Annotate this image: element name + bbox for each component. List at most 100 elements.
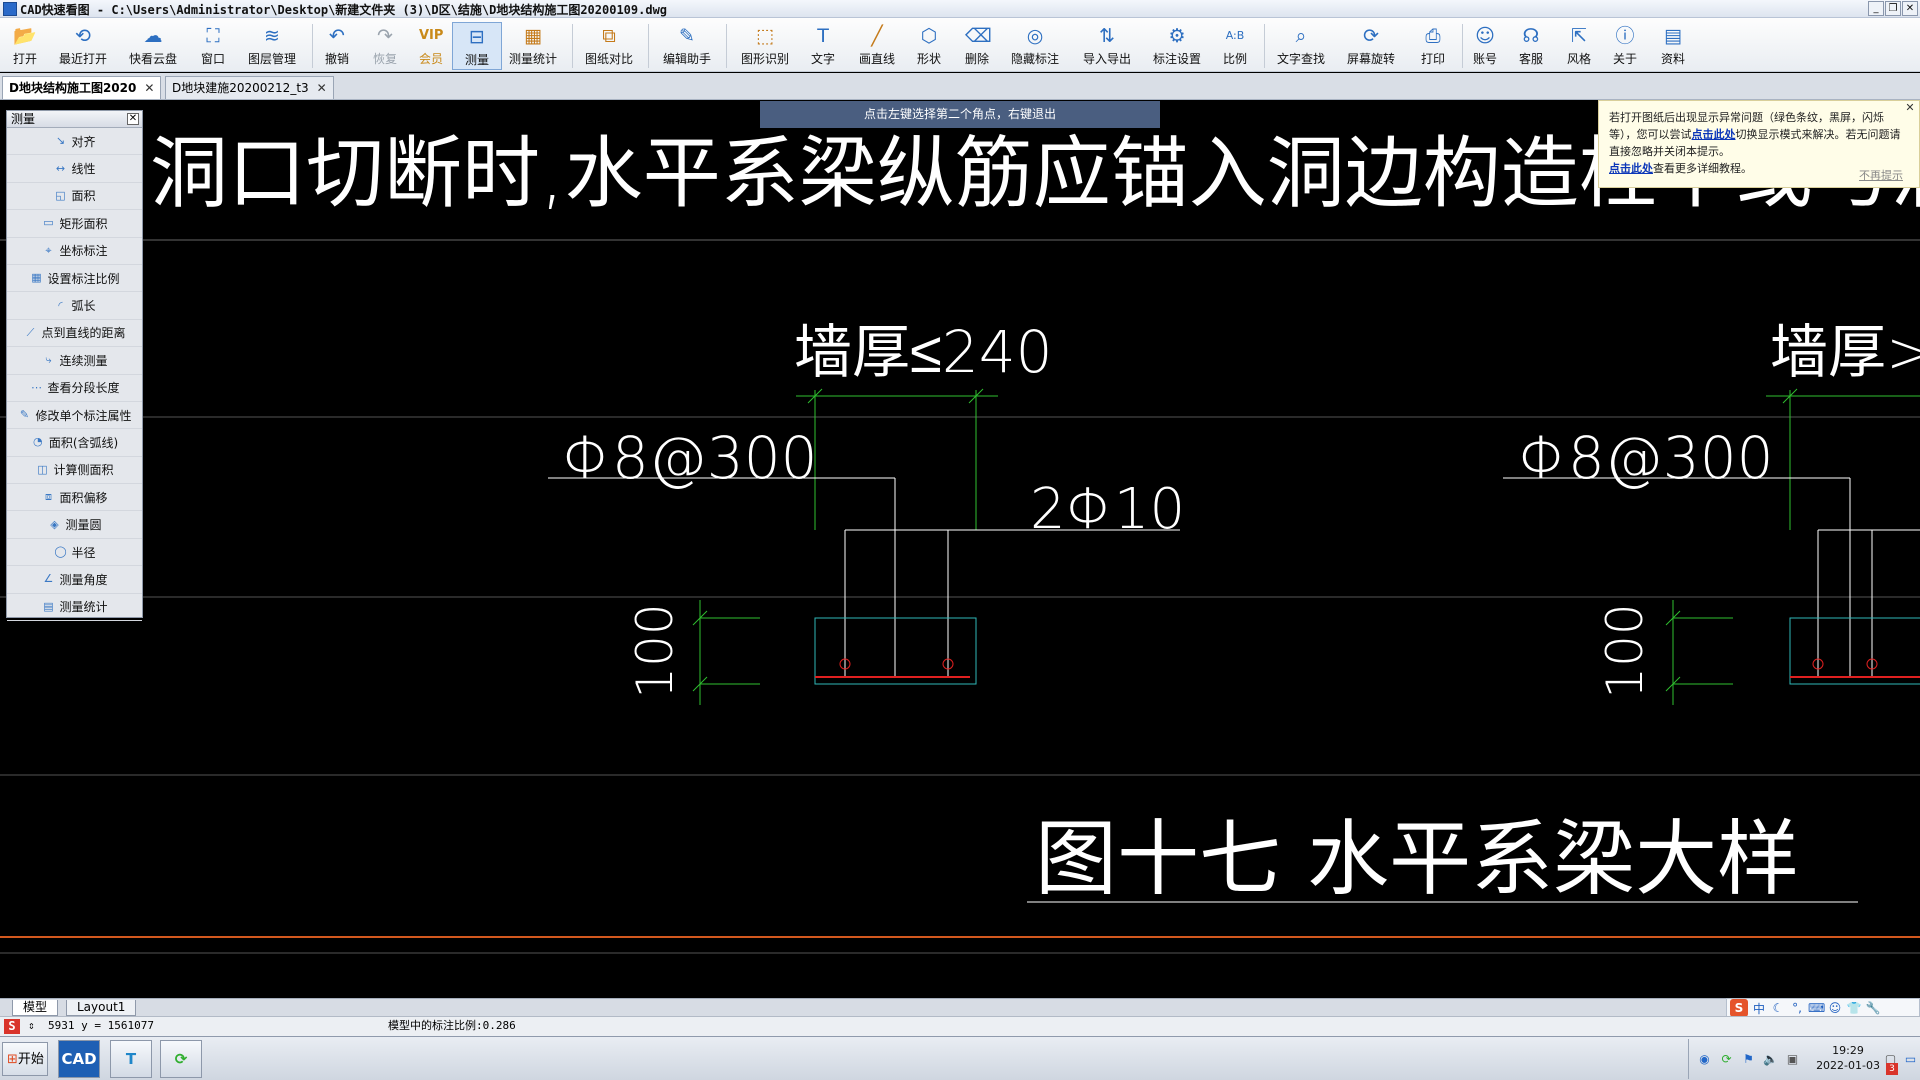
measure-segment-length[interactable]: ⋯ 查看分段长度 <box>7 375 142 402</box>
sogou-logo-icon[interactable]: S <box>1730 999 1748 1017</box>
dont-show-again-link[interactable]: 不再提示 <box>1859 167 1903 183</box>
tutorial-link[interactable]: 点击此处 <box>1609 162 1653 175</box>
import-export-button[interactable]: ⇅ 导入导出 <box>1082 22 1132 70</box>
measure-align[interactable]: ↘ 对齐 <box>7 128 142 156</box>
measure-area-arc[interactable]: ◔ 面积(含弧线) <box>7 429 142 457</box>
flag-tray-icon[interactable]: ⚑ <box>1741 1052 1756 1067</box>
layers-button[interactable]: ≋ 图层管理 <box>247 22 297 70</box>
scale-button[interactable]: A:B 比例 <box>1210 22 1260 70</box>
vip-button[interactable]: VIP 会员 <box>406 22 456 70</box>
statistics-icon: ▤ <box>43 599 54 613</box>
dimension-label-right: 100 <box>1596 603 1654 698</box>
ime-settings-icon[interactable]: 🔧 <box>1865 1001 1881 1015</box>
cloud-button[interactable]: ☁ 快看云盘 <box>128 22 178 70</box>
close-tab-icon[interactable]: ✕ <box>144 81 154 95</box>
layout-tab-bar: 模型 Layout1 <box>0 998 1920 1016</box>
volume-tray-icon[interactable]: 🔈 <box>1763 1052 1778 1067</box>
compare-button[interactable]: ⧉ 图纸对比 <box>584 22 634 70</box>
line-button[interactable]: ╱ 画直线 <box>852 22 902 70</box>
measure-radius[interactable]: ◯ 半径 <box>7 539 142 567</box>
undo-button[interactable]: ↶ 撤销 <box>312 22 362 70</box>
text-search-icon: ⌕ <box>1295 25 1307 47</box>
network-tray-icon[interactable]: ▣ <box>1785 1052 1800 1067</box>
close-tab-icon[interactable]: ✕ <box>317 81 327 95</box>
window-button[interactable]: ⛶ 窗口 <box>188 22 238 70</box>
measure-circle[interactable]: ◈ 测量圆 <box>7 511 142 539</box>
edit-assistant-icon: ✎ <box>679 25 695 47</box>
support-button[interactable]: ☊ 客服 <box>1506 22 1556 70</box>
rotate-screen-button[interactable]: ⟳ 屏幕旋转 <box>1346 22 1396 70</box>
shape-button[interactable]: ⬡ 形状 <box>904 22 954 70</box>
start-button[interactable]: ⊞开始 <box>2 1042 48 1076</box>
hide-annotation-button[interactable]: ◎ 隐藏标注 <box>1010 22 1060 70</box>
measure-area[interactable]: ◱ 面积 <box>7 183 142 211</box>
about-button[interactable]: ⓘ 关于 <box>1600 22 1650 70</box>
measure-edit-annotation[interactable]: ✎ 修改单个标注属性 <box>7 402 142 430</box>
recent-button[interactable]: ⟲ 最近打开 <box>58 22 108 70</box>
clock[interactable]: 19:29 2022-01-03 <box>1816 1043 1880 1073</box>
sync-tray-icon[interactable]: ⟳ <box>1719 1052 1734 1067</box>
punctuation-icon[interactable]: °, <box>1789 1001 1805 1015</box>
redo-button[interactable]: ↷ 恢复 <box>360 22 410 70</box>
wall-thickness-label-right: 墙厚>24 <box>1770 318 1920 386</box>
app-icon <box>3 2 17 16</box>
tab-layout1[interactable]: Layout1 <box>66 1000 137 1016</box>
taskbar-refresh-app[interactable]: ⟳ <box>160 1040 202 1078</box>
text-button[interactable]: T 文字 <box>798 22 848 70</box>
switch-display-mode-link[interactable]: 点击此处 <box>1692 128 1736 141</box>
measure-set-scale[interactable]: ▦ 设置标注比例 <box>7 265 142 293</box>
edit-assistant-button[interactable]: ✎ 编辑助手 <box>662 22 712 70</box>
shape-recognize-button[interactable]: ⬚ 图形识别 <box>740 22 790 70</box>
measure-arc-length[interactable]: ◜ 弧长 <box>7 292 142 320</box>
chinese-mode-icon[interactable]: 中 <box>1751 1000 1767 1017</box>
text-icon: T <box>817 25 829 47</box>
measure-button[interactable]: ⊟ 测量 <box>452 22 502 70</box>
wall-thickness-label-left: 墙厚≤240 <box>794 318 1053 386</box>
measure-statistics[interactable]: ▤ 测量统计 <box>7 594 142 622</box>
delete-button[interactable]: ⌫ 删除 <box>952 22 1002 70</box>
area-icon: ◱ <box>55 188 66 202</box>
taskbar-cad-app[interactable]: CAD <box>58 1040 100 1078</box>
account-button[interactable]: ☺ 账号 <box>1460 22 1510 70</box>
headset-icon: ☊ <box>1522 25 1540 47</box>
annotation-scale: 模型中的标注比例:0.286 <box>388 1019 516 1032</box>
tab-model[interactable]: 模型 <box>12 1000 59 1016</box>
window-title: CAD快速看图 - C:\Users\Administrator\Desktop… <box>20 3 668 17</box>
tab-structure-drawing[interactable]: D地块结构施工图2020 ✕ <box>2 76 162 99</box>
measure-linear[interactable]: ↔ 线性 <box>7 155 142 183</box>
taskbar-t-app[interactable]: T <box>110 1040 152 1078</box>
text-search-button[interactable]: ⌕ 文字查找 <box>1276 22 1326 70</box>
dimension-label-left: 100 <box>626 603 684 698</box>
measure-continuous[interactable]: ⤷ 连续测量 <box>7 347 142 375</box>
measure-stats-button[interactable]: ▦ 测量统计 <box>508 22 558 70</box>
account-icon: ☺ <box>1475 25 1495 47</box>
measure-area-offset[interactable]: ⧈ 面积偏移 <box>7 484 142 512</box>
moon-icon[interactable]: ☾ <box>1770 1001 1786 1015</box>
recent-icon: ⟲ <box>75 25 91 47</box>
docs-button[interactable]: ▤ 资料 <box>1648 22 1698 70</box>
measure-icon: ⊟ <box>469 26 485 48</box>
keyboard-icon[interactable]: ⌨ <box>1808 1001 1825 1015</box>
emoji-icon[interactable]: ☺ <box>1827 1001 1843 1015</box>
open-button[interactable]: 📂 打开 <box>0 22 50 70</box>
annotation-settings-button[interactable]: ⚙ 标注设置 <box>1152 22 1202 70</box>
close-window-button[interactable]: ✕ <box>1902 1 1918 16</box>
tab-architecture-drawing[interactable]: D地块建施20200212_t3 ✕ <box>165 76 334 99</box>
print-button[interactable]: ⎙ 打印 <box>1408 22 1458 70</box>
annotation-settings-icon: ⚙ <box>1168 25 1186 47</box>
drawing-canvas[interactable]: 洞口切断时,水平系梁纵筋应锚入洞边构造柱中或与洞边拒柱拉结 墙厚≤240 Φ8@… <box>0 100 1920 998</box>
info-icon: ⓘ <box>1615 25 1635 47</box>
restore-button[interactable]: ❐ <box>1885 1 1901 16</box>
edit-annotation-icon: ✎ <box>19 408 30 422</box>
measure-coordinate[interactable]: ⌖ 坐标标注 <box>7 238 142 265</box>
style-button[interactable]: ⇱ 风格 <box>1554 22 1604 70</box>
skin-icon[interactable]: 👕 <box>1846 1001 1862 1015</box>
browser-tray-icon[interactable]: ◉ <box>1697 1052 1712 1067</box>
minimize-button[interactable]: _ <box>1868 1 1884 16</box>
measure-rect-area[interactable]: ▭ 矩形面积 <box>7 210 142 238</box>
show-desktop-icon[interactable]: ▭ <box>1903 1052 1918 1067</box>
close-panel-icon[interactable]: ✕ <box>127 113 139 125</box>
measure-side-area[interactable]: ◫ 计算侧面积 <box>7 457 142 485</box>
measure-angle[interactable]: ∠ 测量角度 <box>7 566 142 594</box>
measure-point-to-line[interactable]: ⟋ 点到直线的距离 <box>7 320 142 348</box>
